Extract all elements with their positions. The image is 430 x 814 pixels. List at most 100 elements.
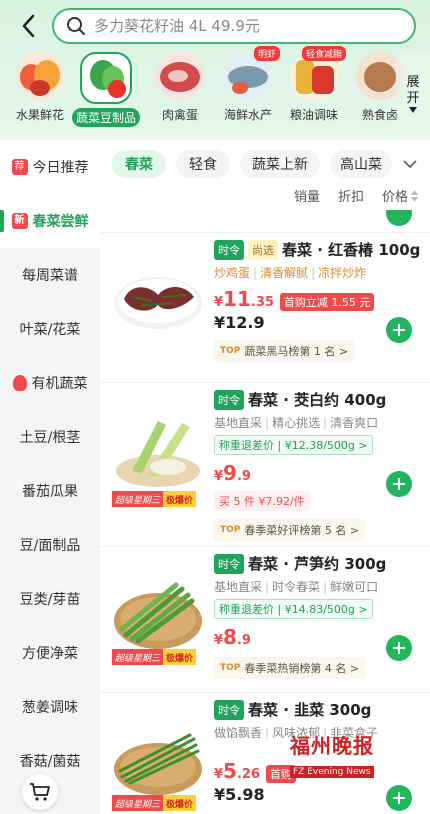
sidebar-item-label: 叶菜/花菜 <box>19 322 81 338</box>
rank-badge[interactable]: TOP 蔬菜黑马榜第 1 名 > <box>214 340 355 362</box>
add-to-cart-button[interactable] <box>386 785 412 811</box>
cart-button[interactable] <box>22 774 58 810</box>
product-price: ¥9.9 <box>214 461 251 485</box>
sidebar-item-label: 葱姜调味 <box>22 700 78 716</box>
product-image <box>112 401 204 493</box>
category-label: 蔬菜豆制品 <box>72 108 141 127</box>
watermark-logo: 福州晚报 <box>290 734 374 758</box>
sidebar-item-label: 豆类/芽苗 <box>19 592 81 608</box>
product-title: 春菜 · 芦笋约 300g <box>248 555 387 573</box>
sidebar-item-today[interactable]: 荐 今日推荐 <box>0 140 100 194</box>
rank-badge[interactable]: TOP 春季菜好评榜第 5 名 > <box>214 519 366 541</box>
select-tag: 尚选 <box>248 239 278 260</box>
product-subtitle: 基地直采 | 精心挑选 | 清香爽口 <box>214 416 379 430</box>
sidebar-item-label: 豆/面制品 <box>19 538 81 554</box>
expand-label-2: 开 <box>406 91 420 106</box>
plus-icon <box>393 642 405 654</box>
sidebar-item-label: 春菜尝鲜 <box>32 214 89 230</box>
product-card[interactable]: 时令 尚选 春菜 · 红香椿 100g 炒鸡蛋 | 清香解腻 | 凉拌炒炸 ¥11.35… <box>100 232 430 392</box>
filter-chip-spring[interactable]: 春菜 <box>112 150 166 178</box>
sidebar-item-label: 有机蔬菜 <box>31 376 88 392</box>
sort-discount[interactable]: 折扣 <box>338 186 364 205</box>
organic-icon <box>12 375 27 391</box>
sidebar-item-organic[interactable]: 有机蔬菜 <box>0 356 100 410</box>
sidebar-item-label: 土豆/根茎 <box>19 430 81 446</box>
add-to-cart-button[interactable] <box>386 471 412 497</box>
sidebar-item-leafy[interactable]: 叶菜/花菜 <box>0 302 100 356</box>
sort-row: 销量 折扣 价格 <box>294 186 418 205</box>
search-input[interactable] <box>94 17 374 35</box>
plus-icon <box>393 324 405 336</box>
filter-chip-highland[interactable]: 高山菜 <box>330 150 392 178</box>
category-vegetable[interactable]: 蔬菜豆制品 <box>72 52 141 127</box>
promo-ribbon: 超级星期三 极爆价 <box>112 649 197 665</box>
add-to-cart-button[interactable] <box>386 210 412 226</box>
sidebar-item-sprouts[interactable]: 豆类/芽苗 <box>0 572 100 626</box>
plus-icon <box>393 792 405 804</box>
product-image <box>112 247 204 339</box>
sidebar-item-spring[interactable]: 新 春菜尝鲜 <box>0 194 100 248</box>
product-title: 春菜 · 茭白约 400g <box>248 391 387 409</box>
product-subtitle: 基地直采 | 时令春菜 | 鲜嫩可口 <box>214 580 379 594</box>
category-grain-oil[interactable]: 轻食减脂 粮油调味 <box>280 46 348 123</box>
sidebar-item-prepped[interactable]: 方便净菜 <box>0 626 100 680</box>
bulk-discount: 买 5 件 ¥7.92/件 <box>214 491 310 511</box>
category-meat[interactable]: 肉禽蛋 <box>146 52 214 123</box>
promo-ribbon: 超级星期三 极爆价 <box>112 795 197 811</box>
filter-chip-new[interactable]: 蔬菜上新 <box>240 150 320 178</box>
plus-icon <box>393 478 405 490</box>
add-to-cart-button[interactable] <box>386 317 412 343</box>
sort-price[interactable]: 价格 <box>382 186 418 205</box>
category-sidebar: 荐 今日推荐 新 春菜尝鲜 每周菜谱 叶菜/花菜 有机蔬菜 土豆/根茎 番茄瓜果… <box>0 140 100 814</box>
seasonal-tag: 时令 <box>214 239 244 260</box>
expand-categories-button[interactable]: 展 开 <box>396 52 430 136</box>
search-bar[interactable] <box>52 8 416 44</box>
category-tag: 轻食减脂 <box>301 46 346 61</box>
expand-label-1: 展 <box>406 75 420 90</box>
more-filters-button[interactable] <box>398 152 422 176</box>
sidebar-item-tomato[interactable]: 番茄瓜果 <box>0 464 100 518</box>
meat-icon <box>156 52 204 100</box>
search-icon <box>67 17 85 35</box>
chevron-down-icon <box>403 160 417 168</box>
product-card[interactable]: 超级星期三 极爆价 时令 春菜 · 芦笋约 300g 基地直采 | 时令春菜 | 鲜嫩可口… <box>100 546 430 706</box>
chevron-left-icon <box>22 14 35 38</box>
sidebar-item-bean-products[interactable]: 豆/面制品 <box>0 518 100 572</box>
product-info: 时令 春菜 · 芦笋约 300g 基地直采 | 时令春菜 | 鲜嫩可口 称重退差价 | … <box>214 553 420 679</box>
sidebar-item-recipes[interactable]: 每周菜谱 <box>0 248 100 302</box>
category-label: 粮油调味 <box>289 108 338 122</box>
sort-sales[interactable]: 销量 <box>294 186 320 205</box>
back-button[interactable] <box>14 12 42 40</box>
weight-refund-badge[interactable]: 称重退差价 | ¥14.83/500g > <box>214 599 373 619</box>
sort-arrows-icon <box>411 189 418 202</box>
rank-badge[interactable]: TOP 春季菜热销榜第 4 名 > <box>214 657 366 679</box>
seasonal-tag: 时令 <box>214 553 244 574</box>
category-label: 水果鲜花 <box>15 108 64 122</box>
sidebar-item-label: 每周菜谱 <box>22 268 78 284</box>
product-card[interactable]: 超级星期三 极爆价 时令 春菜 · 茭白约 400g 基地直采 | 精心挑选 | 清香爽口… <box>100 382 430 542</box>
promo-ribbon: 超级星期三 极爆价 <box>112 491 197 507</box>
header: 水果鲜花 蔬菜豆制品 肉禽蛋 明虾 海鲜水产 <box>0 0 430 140</box>
product-title: 春菜 · 韭菜 300g <box>248 701 372 719</box>
cart-icon <box>30 783 50 801</box>
sidebar-item-seasoning[interactable]: 葱姜调味 <box>0 680 100 734</box>
weight-refund-badge[interactable]: 称重退差价 | ¥12.38/500g > <box>214 435 373 455</box>
watermark-en: FZ Evening News <box>290 766 374 778</box>
seasonal-tag: 时令 <box>214 699 244 720</box>
product-price: ¥8.9 <box>214 625 251 649</box>
oil-bottle-icon: 轻食减脂 <box>290 46 346 100</box>
add-to-cart-button[interactable] <box>386 635 412 661</box>
product-info: 时令 春菜 · 茭白约 400g 基地直采 | 精心挑选 | 清香爽口 称重退差价 | … <box>214 389 420 541</box>
sidebar-item-root[interactable]: 土豆/根茎 <box>0 410 100 464</box>
category-seafood[interactable]: 明虾 海鲜水产 <box>214 46 282 123</box>
product-image <box>112 565 204 657</box>
category-label: 肉禽蛋 <box>161 108 198 122</box>
sidebar-item-label: 今日推荐 <box>32 160 89 176</box>
filter-chip-light[interactable]: 轻食 <box>176 150 230 178</box>
fish-icon: 明虾 <box>224 46 280 100</box>
product-price: ¥11.35 <box>214 287 274 311</box>
category-fruit[interactable]: 水果鲜花 <box>6 52 74 123</box>
caret-down-icon <box>409 107 417 113</box>
sidebar-item-label: 番茄瓜果 <box>22 484 78 500</box>
product-image <box>112 709 204 801</box>
